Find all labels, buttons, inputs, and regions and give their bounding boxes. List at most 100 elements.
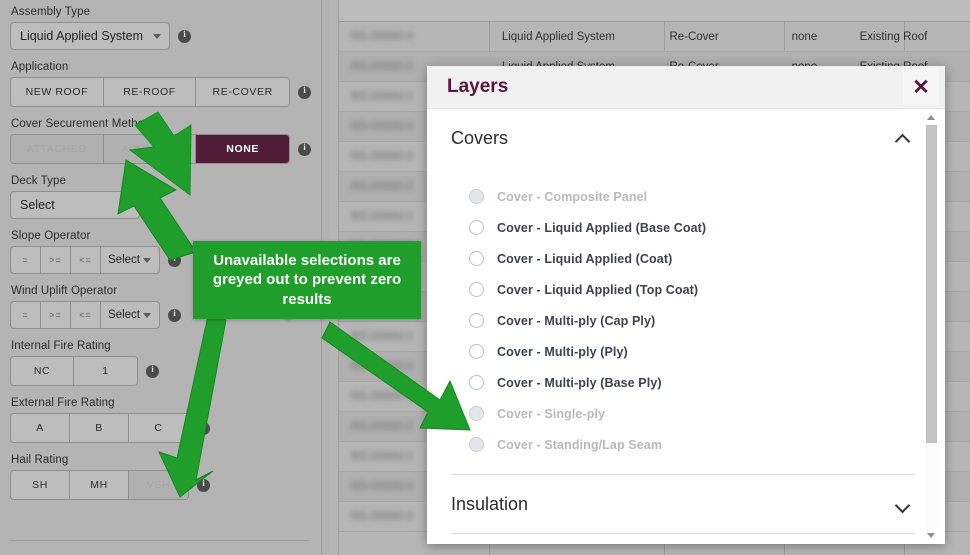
- chevron-down-icon: [153, 34, 161, 39]
- filter-group-application: Application NEW ROOF RE-ROOF RE-COVER: [10, 61, 311, 107]
- filter-group-internal-fire-rating: Internal Fire Rating NC 1: [10, 340, 311, 386]
- wind-uplift-operator-select[interactable]: Select: [100, 301, 160, 329]
- layers-section-header[interactable]: Insulation: [451, 475, 915, 533]
- scroll-down-icon[interactable]: [927, 533, 935, 538]
- layers-section: Sheets: [451, 534, 915, 544]
- layer-option-row[interactable]: Cover - Multi-ply (Ply): [451, 336, 915, 367]
- deck-type-value: Select: [20, 198, 55, 212]
- hail-option-mh[interactable]: MH: [70, 471, 129, 499]
- chevron-up-icon[interactable]: [895, 130, 911, 146]
- external-fire-option-a[interactable]: A: [11, 414, 70, 442]
- filter-group-hail-rating: Hail Rating SH MH VSH: [10, 454, 311, 500]
- layer-option-row[interactable]: Cover - Liquid Applied (Top Coat): [451, 274, 915, 305]
- radio-button-icon: [469, 406, 484, 421]
- securement-option-attached: ATTACHED: [11, 135, 104, 163]
- filter-label-internal-fire-rating: Internal Fire Rating: [11, 340, 111, 352]
- wind-uplift-operator-control: = >= <= Select: [10, 301, 160, 329]
- table-cell: Existing Roof: [859, 30, 928, 43]
- filter-group-external-fire-rating: External Fire Rating A B C: [10, 397, 311, 443]
- layer-option-row[interactable]: Cover - Multi-ply (Base Ply): [451, 367, 915, 398]
- external-fire-option-c[interactable]: C: [129, 414, 188, 442]
- annotation-callout: Unavailable selections are greyed out to…: [193, 241, 421, 319]
- securement-option-none[interactable]: NONE: [196, 135, 289, 163]
- screen: RS-00000-0 Liquid Applied System Re-Cover n…: [0, 0, 970, 555]
- layers-dialog-title: Layers: [447, 76, 509, 97]
- layers-section: Insulation: [451, 475, 915, 534]
- slope-operator-eq[interactable]: =: [10, 246, 40, 274]
- layer-option-row[interactable]: Cover - Liquid Applied (Coat): [451, 243, 915, 274]
- scrollbar-thumb[interactable]: [926, 125, 937, 443]
- radio-button-icon[interactable]: [469, 282, 484, 297]
- application-option-re-roof[interactable]: RE-ROOF: [103, 78, 197, 106]
- filter-label-external-fire-rating: External Fire Rating: [11, 397, 115, 409]
- deck-type-select[interactable]: Select: [10, 191, 140, 219]
- layer-option-label: Cover - Single-ply: [497, 406, 606, 421]
- layer-option-label: Cover - Multi-ply (Cap Ply): [497, 313, 656, 328]
- radio-button-icon[interactable]: [469, 251, 484, 266]
- table-cell: none: [791, 30, 818, 43]
- layers-section-header[interactable]: Sheets: [451, 534, 915, 544]
- chevron-down-icon: [143, 258, 151, 263]
- layers-dialog: Layers ✕ Covers Cover - Composite Panel Co…: [427, 66, 945, 544]
- chevron-down-icon[interactable]: [895, 496, 911, 512]
- filter-group-cover-securement-method: Cover Securement Method ATTACHED ADHERED…: [10, 118, 311, 164]
- radio-button-icon[interactable]: [469, 220, 484, 235]
- external-fire-option-b[interactable]: B: [70, 414, 129, 442]
- layer-option-row[interactable]: Cover - Multi-ply (Cap Ply): [451, 305, 915, 336]
- dialog-scrollbar[interactable]: [925, 112, 938, 541]
- securement-option-adhered: ADHERED: [103, 135, 197, 163]
- layer-option-label: Cover - Multi-ply (Ply): [497, 344, 628, 359]
- radio-button-icon[interactable]: [469, 375, 484, 390]
- slope-operator-gte[interactable]: >=: [40, 246, 70, 274]
- slope-operator-control: = >= <= Select: [10, 246, 160, 274]
- assembly-type-value: Liquid Applied System: [20, 29, 143, 43]
- wind-uplift-operator-value: Select: [108, 309, 140, 321]
- hail-rating-control: SH MH VSH: [10, 470, 189, 500]
- wind-uplift-operator-eq[interactable]: =: [10, 301, 40, 329]
- layer-option-label: Cover - Liquid Applied (Top Coat): [497, 282, 699, 297]
- layer-option-label: Cover - Liquid Applied (Base Coat): [497, 220, 707, 235]
- filter-group-deck-type: Deck Type Select: [10, 175, 311, 219]
- application-option-re-cover[interactable]: RE-COVER: [196, 78, 289, 106]
- layers-dialog-header: Layers ✕: [427, 66, 945, 109]
- info-icon[interactable]: [197, 478, 210, 492]
- info-icon[interactable]: [146, 364, 159, 378]
- table-row[interactable]: RS-00000-0 Liquid Applied System Re-Cover n…: [339, 22, 970, 52]
- internal-fire-option-nc[interactable]: NC: [11, 357, 74, 385]
- info-icon[interactable]: [168, 253, 181, 267]
- layers-section-header[interactable]: Covers: [451, 109, 915, 167]
- slope-operator-select[interactable]: Select: [100, 246, 160, 274]
- scroll-up-icon[interactable]: [927, 115, 935, 120]
- wind-uplift-operator-lte[interactable]: <=: [70, 301, 100, 329]
- assembly-type-select[interactable]: Liquid Applied System: [10, 22, 170, 50]
- radio-button-icon[interactable]: [469, 313, 484, 328]
- info-icon[interactable]: [148, 198, 161, 212]
- table-cell: Liquid Applied System: [501, 30, 615, 43]
- close-icon[interactable]: ✕: [903, 69, 939, 105]
- application-option-new-roof[interactable]: NEW ROOF: [11, 78, 104, 106]
- info-icon[interactable]: [298, 142, 311, 156]
- info-icon[interactable]: [168, 308, 181, 322]
- layer-option-label: Cover - Standing/Lap Seam: [497, 437, 663, 452]
- slope-operator-lte[interactable]: <=: [70, 246, 100, 274]
- layer-option-label: Cover - Composite Panel: [497, 189, 648, 204]
- info-icon[interactable]: [197, 421, 210, 435]
- panel-divider: [10, 540, 309, 541]
- layers-dialog-body[interactable]: Covers Cover - Composite Panel Cover - Liq…: [427, 109, 945, 544]
- table-cell: Re-Cover: [669, 30, 719, 43]
- filter-label-deck-type: Deck Type: [11, 175, 67, 187]
- results-table-header-row[interactable]: [339, 0, 970, 22]
- internal-fire-rating-control: NC 1: [10, 356, 138, 386]
- layers-section: Covers Cover - Composite Panel Cover - Liq…: [451, 109, 915, 475]
- hail-option-sh[interactable]: SH: [11, 471, 70, 499]
- wind-uplift-operator-gte[interactable]: >=: [40, 301, 70, 329]
- filter-label-assembly-type: Assembly Type: [11, 6, 91, 18]
- layer-option-label: Cover - Multi-ply (Base Ply): [497, 375, 662, 390]
- radio-button-icon[interactable]: [469, 344, 484, 359]
- info-icon[interactable]: [178, 29, 191, 43]
- info-icon[interactable]: [298, 85, 311, 99]
- layer-option-row[interactable]: Cover - Liquid Applied (Base Coat): [451, 212, 915, 243]
- internal-fire-option-1[interactable]: 1: [74, 357, 137, 385]
